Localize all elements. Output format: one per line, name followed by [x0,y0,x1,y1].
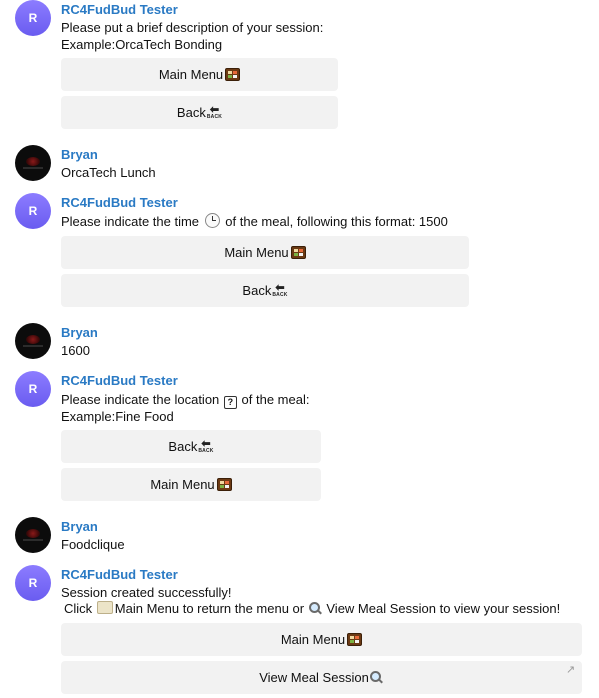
sender-name[interactable]: RC4FudBud Tester [61,567,178,582]
back-button[interactable]: Back ⬅ BACK [61,430,321,463]
sender-name[interactable]: RC4FudBud Tester [61,373,178,388]
bento-box-icon [225,68,241,81]
button-label: Back [242,283,272,298]
message-text: OrcaTech Lunch [61,165,156,180]
back-button[interactable]: Back ⬅ BACK [61,96,338,129]
scroll-icon [96,601,113,614]
button-label: Main Menu [224,245,289,260]
bento-box-icon [216,478,232,491]
bot-avatar-letter: R [28,382,38,396]
magnifying-glass-icon [308,602,322,615]
user-logo-icon [26,335,40,344]
back-button[interactable]: Back ⬅ BACK [61,274,469,307]
bot-avatar-letter: R [28,576,38,590]
bot-avatar[interactable]: R [15,193,51,229]
view-meal-session-button[interactable]: View Meal Session [61,661,582,694]
magnifying-glass-icon [369,671,383,684]
back-arrow-icon: ⬅ BACK [206,103,223,120]
main-menu-button[interactable]: Main Menu [61,468,321,501]
sender-name[interactable]: Bryan [61,325,98,340]
back-arrow-icon: ⬅ BACK [198,437,214,454]
back-arrow-icon: ⬅ BACK [272,281,288,298]
user-logo-icon [26,529,40,538]
bento-box-icon [347,633,363,646]
message-text: Foodclique [61,537,125,552]
button-label: Back [176,105,206,120]
button-label: Main Menu [150,477,215,492]
message-text: Example:OrcaTech Bonding [61,37,223,52]
sender-name[interactable]: Bryan [61,519,98,534]
user-avatar[interactable] [15,517,51,553]
user-logo-icon [26,157,40,166]
button-label: Main Menu [158,67,224,82]
clock-icon [204,213,220,228]
message-text: Example:Fine Food [61,409,174,424]
button-label: Back [168,439,198,454]
bot-avatar[interactable]: R [15,371,51,407]
button-label: View Meal Session [259,670,369,685]
sender-name[interactable]: RC4FudBud Tester [61,2,178,17]
main-menu-button[interactable]: Main Menu [61,58,338,91]
bot-avatar[interactable]: R [15,0,51,36]
message-text: Click Main Menu to return the menu or Vi… [64,601,561,616]
message-text: 1600 [61,343,90,358]
question-box-icon: ? [223,396,237,409]
sender-name[interactable]: Bryan [61,147,98,162]
main-menu-button[interactable]: Main Menu [61,236,469,269]
message-text: Please put a brief description of your s… [61,20,324,35]
main-menu-button[interactable]: Main Menu [61,623,582,656]
user-avatar[interactable] [15,145,51,181]
bot-avatar-letter: R [28,11,38,25]
bot-avatar-letter: R [28,204,38,218]
button-label: Main Menu [280,632,346,647]
message-text: Session created successfully! [61,585,232,600]
user-avatar[interactable] [15,323,51,359]
sender-name[interactable]: RC4FudBud Tester [61,195,178,210]
message-text: Please indicate the location ? of the me… [61,392,310,409]
expand-icon[interactable]: ↗ [566,663,575,676]
message-text: Please indicate the time of the meal, fo… [61,213,448,229]
bento-box-icon [290,246,306,259]
bot-avatar[interactable]: R [15,565,51,601]
